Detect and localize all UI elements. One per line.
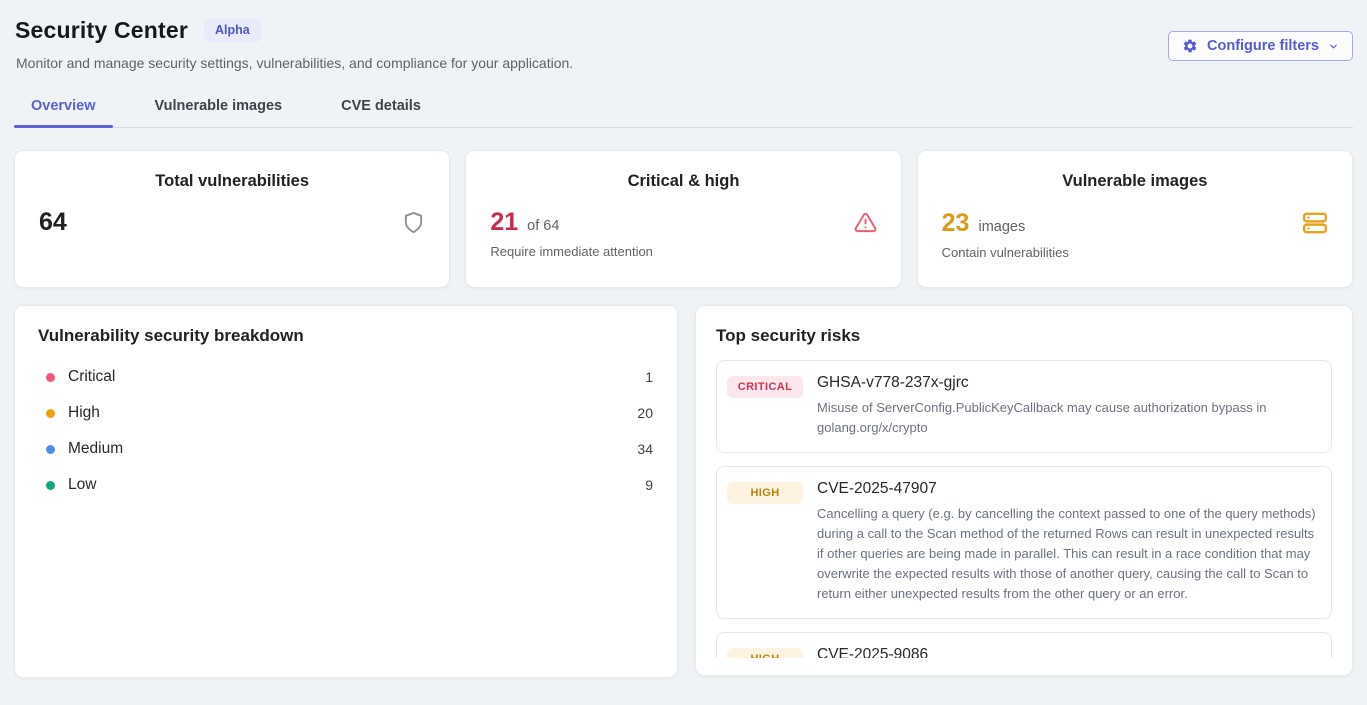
breakdown-row-medium: Medium 34: [38, 433, 653, 465]
high-dot-icon: [46, 409, 55, 418]
breakdown-value: 34: [637, 441, 653, 457]
breakdown-label: High: [68, 404, 624, 422]
breakdown-panel-title: Vulnerability security breakdown: [38, 326, 653, 346]
risk-card[interactable]: HIGH CVE-2025-9086: [716, 632, 1332, 658]
stat-card-title: Vulnerable images: [942, 172, 1328, 191]
tab-vulnerable-images[interactable]: Vulnerable images: [138, 92, 300, 127]
breakdown-label: Low: [68, 476, 632, 494]
severity-badge: CRITICAL: [727, 376, 803, 398]
critical-high-value: 21: [490, 210, 518, 235]
risk-card[interactable]: HIGH CVE-2025-47907 Cancelling a query (…: [716, 466, 1332, 619]
alert-triangle-icon: [854, 211, 877, 234]
gear-icon: [1182, 38, 1198, 54]
page-subtitle: Monitor and manage security settings, vu…: [15, 55, 573, 71]
critical-high-caption: Require immediate attention: [490, 244, 876, 259]
vulnerable-images-suffix: images: [978, 219, 1025, 235]
risks-panel-title: Top security risks: [716, 326, 1332, 346]
risk-id: GHSA-v778-237x-gjrc: [817, 374, 1317, 392]
breakdown-row-high: High 20: [38, 397, 653, 429]
vulnerability-breakdown-panel: Vulnerability security breakdown Critica…: [14, 305, 678, 678]
configure-filters-label: Configure filters: [1207, 38, 1319, 54]
vulnerable-images-value: 23: [942, 211, 970, 236]
breakdown-row-low: Low 9: [38, 469, 653, 501]
breakdown-value: 9: [645, 477, 653, 493]
risk-id: CVE-2025-9086: [817, 646, 1317, 658]
risk-description: Misuse of ServerConfig.PublicKeyCallback…: [817, 398, 1317, 438]
risk-description: Cancelling a query (e.g. by cancelling t…: [817, 504, 1317, 604]
panels-row: Vulnerability security breakdown Critica…: [14, 305, 1353, 678]
total-vulnerabilities-card: Total vulnerabilities 64: [14, 150, 450, 288]
breakdown-value: 1: [645, 369, 653, 385]
breakdown-label: Medium: [68, 440, 624, 458]
vulnerable-images-caption: Contain vulnerabilities: [942, 245, 1328, 260]
low-dot-icon: [46, 481, 55, 490]
critical-high-card: Critical & high 21 of 64 Require immedia…: [465, 150, 901, 288]
chevron-down-icon: [1328, 41, 1339, 52]
breakdown-row-critical: Critical 1: [38, 361, 653, 393]
medium-dot-icon: [46, 445, 55, 454]
critical-high-suffix: of 64: [527, 218, 559, 234]
page-header: Security Center Alpha Monitor and manage…: [14, 14, 1353, 71]
tab-cve-details[interactable]: CVE details: [324, 92, 438, 127]
shield-icon: [402, 211, 425, 234]
severity-badge: HIGH: [727, 648, 803, 658]
server-icon: [1302, 210, 1328, 236]
stat-card-title: Critical & high: [490, 172, 876, 191]
stat-card-title: Total vulnerabilities: [39, 172, 425, 191]
breakdown-rows: Critical 1 High 20 Medium 34 Low 9: [38, 361, 653, 501]
vulnerable-images-card: Vulnerable images 23 images Contain vuln…: [917, 150, 1353, 288]
stat-cards-row: Total vulnerabilities 64 Critical & high…: [14, 150, 1353, 288]
tab-overview[interactable]: Overview: [14, 92, 113, 127]
configure-filters-button[interactable]: Configure filters: [1168, 31, 1353, 61]
tab-bar: Overview Vulnerable images CVE details: [14, 92, 1353, 128]
security-center-page: Security Center Alpha Monitor and manage…: [0, 0, 1367, 678]
breakdown-value: 20: [637, 405, 653, 421]
severity-badge: HIGH: [727, 482, 803, 504]
critical-dot-icon: [46, 373, 55, 382]
risk-card[interactable]: CRITICAL GHSA-v778-237x-gjrc Misuse of S…: [716, 360, 1332, 453]
breakdown-label: Critical: [68, 368, 632, 386]
risk-id: CVE-2025-47907: [817, 480, 1317, 498]
alpha-badge: Alpha: [204, 19, 261, 42]
total-vulnerabilities-value: 64: [39, 210, 67, 235]
risks-list: CRITICAL GHSA-v778-237x-gjrc Misuse of S…: [716, 360, 1332, 658]
page-title: Security Center: [15, 17, 188, 44]
top-security-risks-panel: Top security risks CRITICAL GHSA-v778-23…: [695, 305, 1353, 676]
